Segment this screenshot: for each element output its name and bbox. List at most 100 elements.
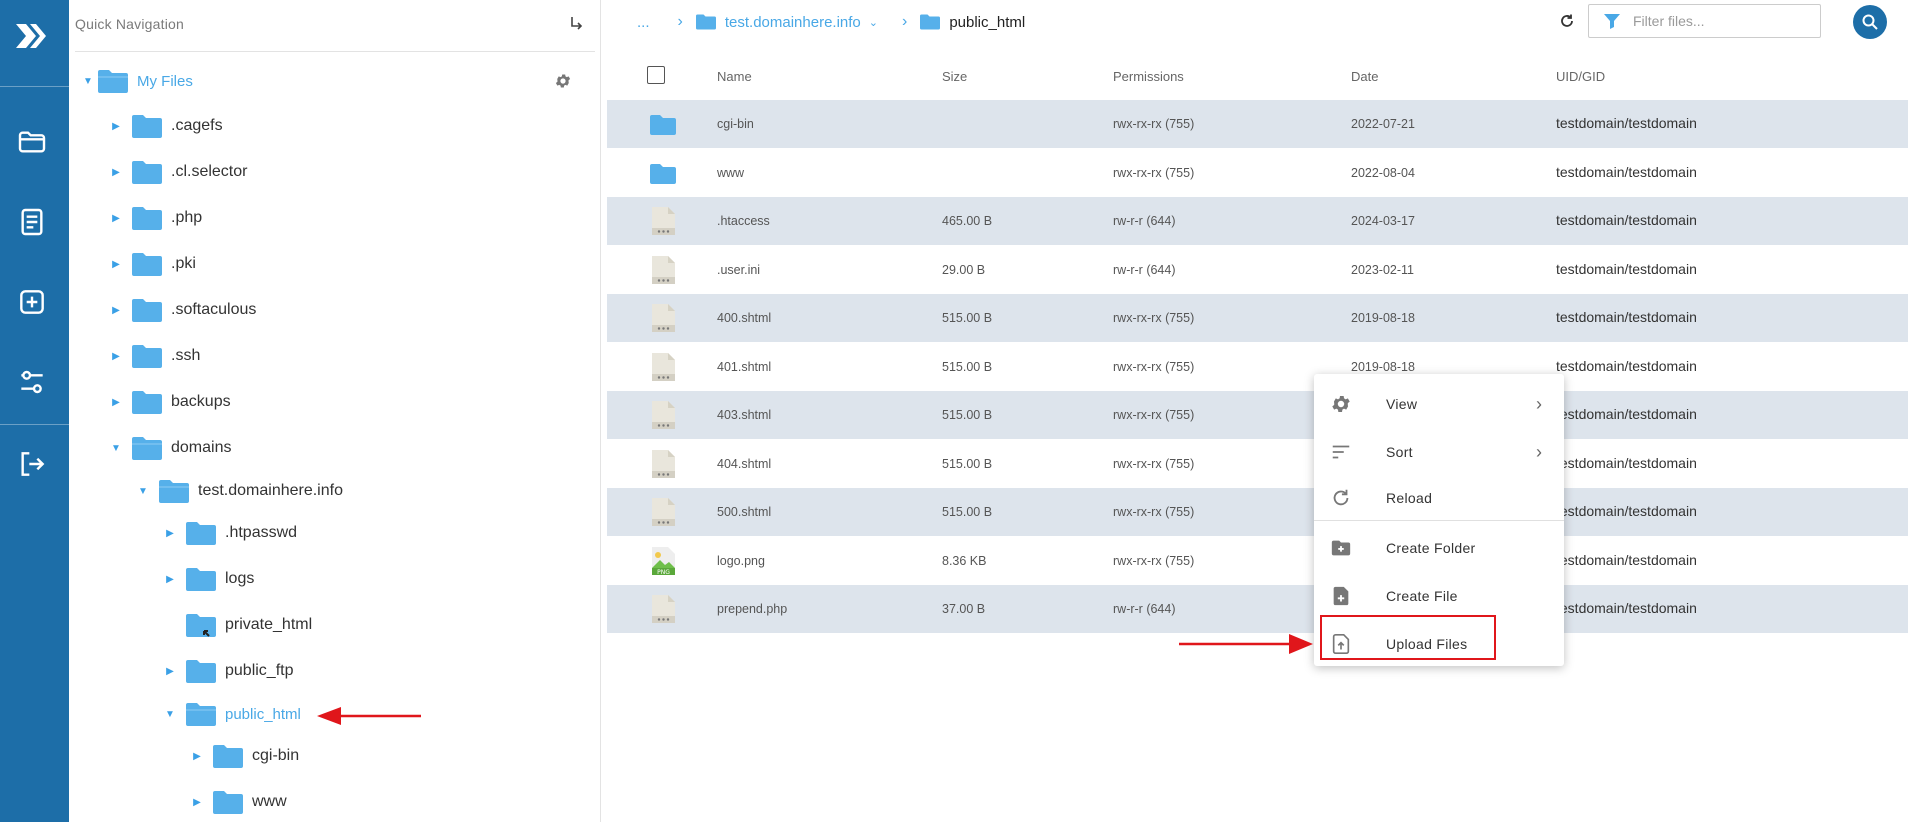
column-permissions[interactable]: Permissions xyxy=(1113,69,1184,84)
folder-open-icon xyxy=(132,437,162,460)
tree-label: My Files xyxy=(137,72,193,90)
column-name[interactable]: Name xyxy=(717,69,752,84)
caret-right-icon[interactable]: ▶ xyxy=(109,167,123,178)
folder-icon xyxy=(186,660,216,683)
reload-icon xyxy=(1333,489,1349,506)
file-icon xyxy=(652,352,675,381)
gear-icon xyxy=(1332,396,1350,412)
menu-item-view[interactable]: View › xyxy=(1314,382,1564,426)
table-row[interactable]: 403.shtml 515.00 B rwx-rx-rx (755) testdoma… xyxy=(607,391,1908,439)
caret-right-icon[interactable]: ▶ xyxy=(109,213,123,224)
caret-down-icon[interactable]: ▼ xyxy=(81,76,95,87)
file-icon xyxy=(652,255,675,284)
breadcrumb-parent[interactable]: test.domainhere.info xyxy=(725,14,861,31)
tree-item-htpasswd[interactable]: ▶ .htpasswd xyxy=(163,518,297,548)
tree-item-php[interactable]: ▶ .php xyxy=(109,203,202,233)
logout-icon[interactable] xyxy=(16,448,48,480)
folder-icon[interactable] xyxy=(16,126,48,158)
column-uid[interactable]: UID/GID xyxy=(1556,69,1605,84)
tree-item-pki[interactable]: ▶ .pki xyxy=(109,249,196,279)
column-date[interactable]: Date xyxy=(1351,69,1378,84)
tree-item-public-html[interactable]: ▼ public_html xyxy=(163,699,301,729)
gear-icon[interactable] xyxy=(554,72,572,90)
table-row[interactable]: 401.shtml 515.00 B rwx-rx-rx (755) 2019-08-… xyxy=(607,343,1908,391)
menu-item-label: View xyxy=(1386,396,1418,412)
tree-item-www[interactable]: ▶ www xyxy=(190,787,287,817)
tree-item-public-ftp[interactable]: ▶ public_ftp xyxy=(163,656,294,686)
caret-right-icon[interactable]: ▶ xyxy=(109,351,123,362)
cell-date: 2019-08-18 xyxy=(1351,311,1415,325)
table-row[interactable]: www rwx-rx-rx (755) 2022-08-04 testdomain/t… xyxy=(607,149,1908,197)
caret-right-icon[interactable]: ▶ xyxy=(109,259,123,270)
tree-item-softaculous[interactable]: ▶ .softaculous xyxy=(109,295,256,325)
cell-name: cgi-bin xyxy=(717,117,754,131)
cell-permissions: rwx-rx-rx (755) xyxy=(1113,311,1195,325)
cell-size: 515.00 B xyxy=(942,505,993,519)
caret-down-icon[interactable]: ▼ xyxy=(109,443,123,454)
tree-item-cl-selector[interactable]: ▶ .cl.selector xyxy=(109,157,247,187)
folder-icon xyxy=(132,161,162,184)
caret-down-icon[interactable]: ▼ xyxy=(136,486,150,497)
search-button[interactable] xyxy=(1853,5,1887,39)
subdirectory-arrow-icon[interactable] xyxy=(567,14,585,32)
select-all-checkbox[interactable] xyxy=(647,66,665,84)
tree-item-logs[interactable]: ▶ logs xyxy=(163,564,254,594)
cell-uid: testdomain/testdomain xyxy=(1556,212,1697,228)
caret-right-icon[interactable]: ▶ xyxy=(163,666,177,677)
folder-open-icon xyxy=(186,703,216,726)
chevron-down-icon[interactable]: ⌄ xyxy=(869,16,878,29)
table-row[interactable]: .htaccess 465.00 B rw-r-r (644) 2024-03-17 t… xyxy=(607,197,1908,245)
cell-name: 404.shtml xyxy=(717,456,772,471)
table-row[interactable]: 404.shtml 515.00 B rwx-rx-rx (755) testdoma… xyxy=(607,440,1908,488)
filter-box[interactable] xyxy=(1588,4,1821,38)
table-row[interactable]: PNG logo.png 8.36 KB rwx-rx-rx (755) testdom… xyxy=(607,537,1908,585)
table-row[interactable]: cgi-bin rwx-rx-rx (755) 2022-07-21 testdoma… xyxy=(607,100,1908,148)
tree-item-domains[interactable]: ▼ domains xyxy=(109,433,231,463)
logo-icon[interactable] xyxy=(12,16,52,56)
table-row[interactable]: 500.shtml 515.00 B rwx-rx-rx (755) testdoma… xyxy=(607,488,1908,536)
menu-item-sort[interactable]: Sort › xyxy=(1314,430,1564,474)
table-header: Name Size Permissions Date UID/GID xyxy=(607,56,1908,96)
caret-right-icon[interactable]: ▶ xyxy=(109,397,123,408)
caret-right-icon[interactable]: ▶ xyxy=(109,121,123,132)
quick-navigation-label: Quick Navigation xyxy=(75,16,185,32)
tree-item-backups[interactable]: ▶ backups xyxy=(109,387,231,417)
cell-permissions: rwx-rx-rx (755) xyxy=(1113,553,1195,568)
table-row[interactable]: 400.shtml 515.00 B rwx-rx-rx (755) 2019-08-… xyxy=(607,294,1908,342)
caret-right-icon[interactable]: ▶ xyxy=(190,797,204,808)
caret-right-icon[interactable]: ▶ xyxy=(190,751,204,762)
sort-icon xyxy=(1332,445,1350,459)
tree-item-ssh[interactable]: ▶ .ssh xyxy=(109,341,200,371)
caret-right-icon[interactable]: ▶ xyxy=(163,574,177,585)
tree-item-cagefs[interactable]: ▶ .cagefs xyxy=(109,111,223,141)
tree-label: public_html xyxy=(225,705,301,723)
caret-right-icon[interactable]: ▶ xyxy=(163,528,177,539)
document-icon[interactable] xyxy=(16,206,48,238)
menu-item-create-folder[interactable]: Create Folder xyxy=(1314,526,1564,570)
table-row[interactable]: .user.ini 29.00 B rw-r-r (644) 2023-02-11 te… xyxy=(607,246,1908,294)
caret-down-icon[interactable]: ▼ xyxy=(163,709,177,720)
settings-sliders-icon[interactable] xyxy=(16,366,48,398)
column-size[interactable]: Size xyxy=(942,69,967,84)
cell-permissions: rwx-rx-rx (755) xyxy=(1113,165,1195,180)
filter-input[interactable] xyxy=(1633,13,1813,29)
rail-divider xyxy=(0,424,69,425)
cell-uid: testdomain/testdomain xyxy=(1556,163,1697,180)
cell-date: 2023-02-11 xyxy=(1351,262,1415,277)
add-box-icon[interactable] xyxy=(16,286,48,318)
cell-uid: testdomain/testdomain xyxy=(1556,503,1697,519)
caret-right-icon[interactable]: ▶ xyxy=(109,305,123,316)
tree-item-cgi-bin[interactable]: ▶ cgi-bin xyxy=(190,741,299,771)
cell-name: .user.ini xyxy=(717,262,761,277)
tree-root-my-files[interactable]: ▼ My Files xyxy=(81,66,193,96)
cell-size: 37.00 B xyxy=(942,602,986,616)
folder-icon xyxy=(186,522,216,545)
menu-item-create-file[interactable]: Create File xyxy=(1314,574,1564,618)
reload-icon[interactable] xyxy=(1558,12,1576,30)
menu-item-reload[interactable]: Reload xyxy=(1314,476,1564,520)
folder-open-icon xyxy=(159,480,189,503)
tree-item-private-html[interactable]: private_html xyxy=(163,610,312,640)
table-row[interactable]: prepend.php 37.00 B rw-r-r (644) testdomain… xyxy=(607,585,1908,633)
breadcrumb-ellipsis[interactable]: ... xyxy=(637,14,650,31)
tree-item-test-domainhere-info[interactable]: ▼ test.domainhere.info xyxy=(136,476,343,506)
